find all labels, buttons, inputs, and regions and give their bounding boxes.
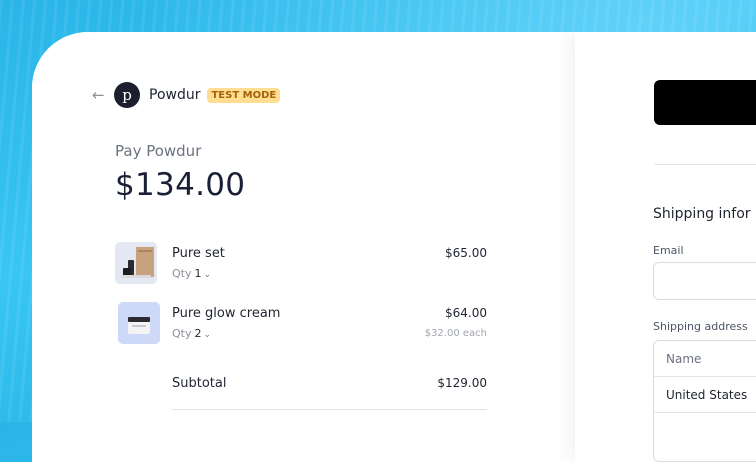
chevron-down-icon: ⌄: [203, 330, 212, 340]
total-amount: $134.00: [115, 167, 246, 203]
email-field[interactable]: [653, 262, 756, 300]
arrow-left-icon[interactable]: ←: [92, 86, 112, 104]
order-summary-panel: ← p Powdur TEST MODE Pay Powdur $134.00 …: [32, 32, 575, 462]
shipping-address-form: Name United States: [653, 340, 756, 462]
shipping-section-title: Shipping infor: [653, 206, 751, 222]
qty-value: 2: [194, 327, 202, 340]
qty-label: Qty: [172, 327, 192, 340]
chevron-down-icon: ⌄: [203, 270, 212, 280]
express-pay-button[interactable]: [654, 80, 756, 125]
email-label: Email: [653, 244, 684, 257]
test-mode-badge: TEST MODE: [207, 87, 281, 103]
item-price: $65.00: [445, 246, 487, 260]
payment-panel: Shipping infor Email Shipping address Na…: [575, 32, 756, 462]
product-image-pure-glow-cream: [118, 302, 160, 344]
qty-label: Qty: [172, 267, 192, 280]
qty-selector[interactable]: Qty 2 ⌄: [172, 327, 211, 340]
item-price: $64.00: [445, 306, 487, 320]
item-name: Pure glow cream: [172, 306, 281, 321]
country-select[interactable]: United States: [654, 377, 756, 413]
merchant-name: Powdur: [149, 87, 201, 103]
subtotal-row: Subtotal $129.00: [172, 376, 487, 391]
product-image-pure-set: [115, 242, 157, 284]
merchant-logo: p: [114, 82, 140, 108]
qty-value: 1: [194, 267, 202, 280]
checkout-window: ← p Powdur TEST MODE Pay Powdur $134.00 …: [32, 32, 756, 462]
subtotal-value: $129.00: [437, 376, 487, 390]
item-unit-price: $32.00 each: [424, 328, 487, 339]
line-item: Pure glow cream Qty 2 ⌄ $64.00 $32.00 each: [115, 302, 487, 346]
divider: [654, 164, 756, 165]
line-item: Pure set Qty 1 ⌄ $65.00: [115, 242, 487, 286]
subtotal-label: Subtotal: [172, 376, 227, 391]
qty-selector[interactable]: Qty 1 ⌄: [172, 267, 211, 280]
shipping-address-label: Shipping address: [653, 320, 748, 333]
divider: [172, 409, 487, 410]
name-field[interactable]: Name: [654, 341, 756, 377]
merchant-header: ← p Powdur TEST MODE: [92, 82, 281, 108]
pay-label: Pay Powdur: [115, 142, 202, 160]
item-name: Pure set: [172, 246, 225, 261]
